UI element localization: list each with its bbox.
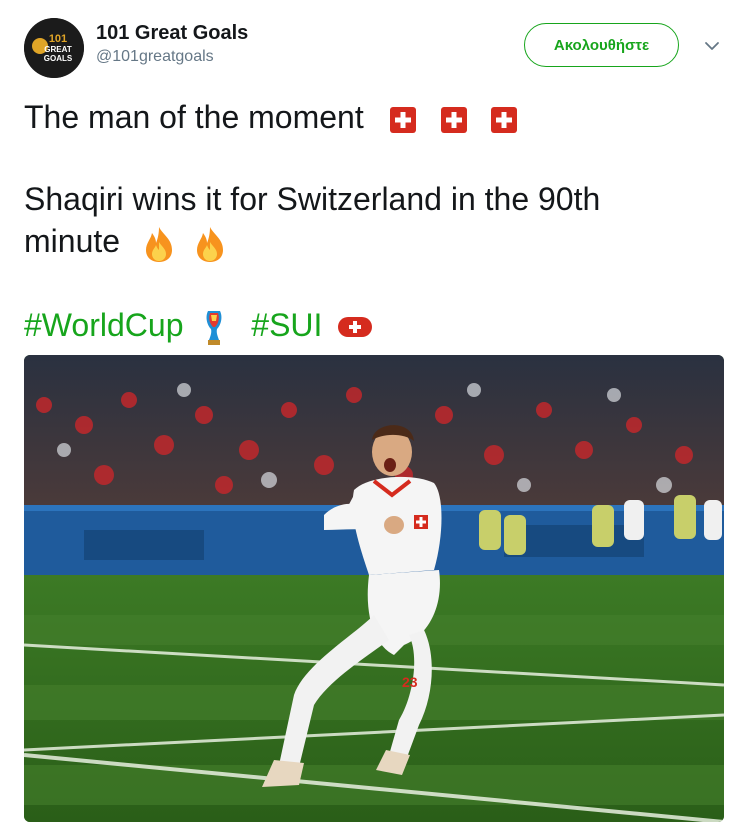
- tweet-hashtags: #WorldCup #SUI: [24, 304, 724, 348]
- fire-emoji: [139, 224, 179, 264]
- swiss-flag-emoji: [337, 315, 373, 339]
- tweet-line-3: minute: [24, 220, 724, 264]
- tweet-header: 101 GREAT GOALS 101 Great Goals @101grea…: [24, 16, 724, 80]
- svg-text:GREAT: GREAT: [44, 45, 72, 54]
- account-names: 101 Great Goals @101greatgoals: [96, 20, 248, 68]
- swiss-flag-emoji: [389, 106, 417, 134]
- world-cup-trophy-emoji: [202, 307, 226, 347]
- tweet-line-2: Shaqiri wins it for Switzerland in the 9…: [24, 181, 601, 217]
- svg-text:23: 23: [402, 674, 418, 690]
- account-handle[interactable]: @101greatgoals: [96, 46, 248, 68]
- tweet-photo[interactable]: 23: [24, 355, 724, 822]
- display-name[interactable]: 101 Great Goals: [96, 20, 248, 46]
- swiss-flag-emoji: [490, 106, 518, 134]
- chevron-down-icon[interactable]: [704, 38, 720, 54]
- hashtag-worldcup[interactable]: #WorldCup: [24, 307, 183, 343]
- hashtag-sui[interactable]: #SUI: [251, 307, 322, 343]
- tweet-line-1: The man of the moment: [24, 96, 724, 138]
- svg-text:GOALS: GOALS: [44, 54, 73, 63]
- tweet-line-1-text: The man of the moment: [24, 99, 364, 135]
- follow-button[interactable]: Ακολουθήστε: [524, 23, 679, 67]
- fire-emoji: [190, 224, 230, 264]
- avatar[interactable]: 101 GREAT GOALS: [24, 18, 84, 78]
- svg-text:101: 101: [49, 33, 67, 45]
- tweet-line-3-text: minute: [24, 223, 121, 259]
- swiss-flag-emoji: [440, 106, 468, 134]
- tweet-text: The man of the moment Shaqiri wins it fo…: [24, 96, 724, 347]
